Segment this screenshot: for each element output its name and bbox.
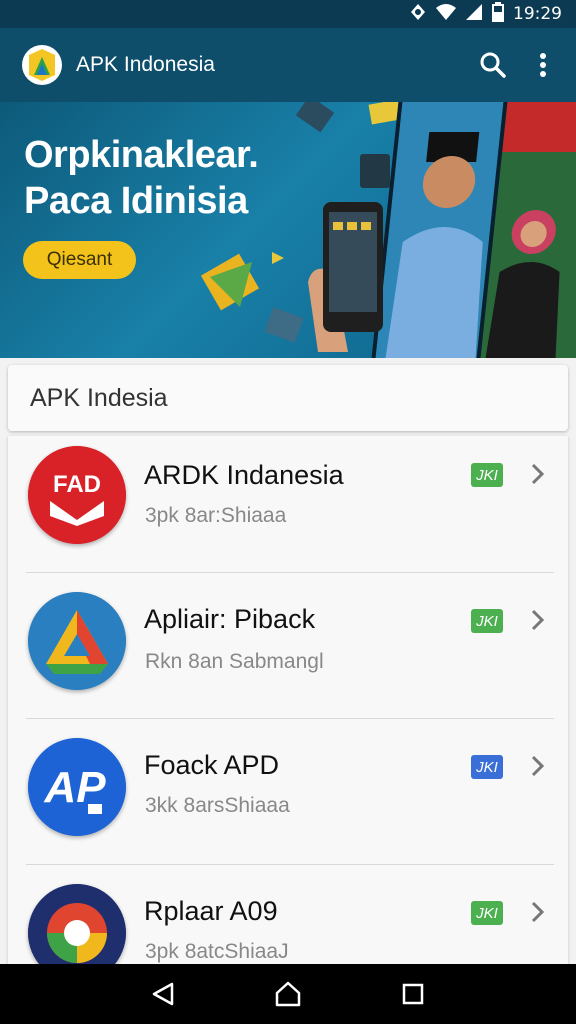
verified-badge: JKI xyxy=(471,901,503,925)
app-name: ARDK Indanesia xyxy=(144,460,344,490)
back-button[interactable] xyxy=(143,974,183,1014)
status-bar: 19:29 xyxy=(0,0,576,28)
banner-title: Orpkinaklear. Paca Idinisia xyxy=(24,132,259,224)
app-title: APK Indonesia xyxy=(76,53,215,76)
app-subtitle: 3pk 8atcShiaaJ xyxy=(145,940,289,963)
chevron-right-icon xyxy=(531,755,545,777)
search-field-text: APK Indesia xyxy=(30,383,168,412)
battery-icon xyxy=(491,1,505,27)
home-button[interactable] xyxy=(268,974,308,1014)
app-subtitle: 3pk 8ar:Shiaaa xyxy=(145,504,287,527)
app-list: FAD ARDK Indanesia 3pk 8ar:Shiaaa JKI Ap… xyxy=(8,436,568,966)
list-item[interactable]: FAD ARDK Indanesia 3pk 8ar:Shiaaa JKI xyxy=(8,436,568,582)
search-field[interactable]: APK Indesia xyxy=(8,365,568,431)
svg-text:FAD: FAD xyxy=(53,471,101,498)
banner-cta-button[interactable]: Qiesant xyxy=(23,241,136,279)
triangle-logo-icon xyxy=(28,592,126,690)
list-item[interactable]: Apliair: Piback Rkn 8an Sabmangl JKI xyxy=(8,582,568,728)
recents-button[interactable] xyxy=(393,974,433,1014)
cell-signal-icon xyxy=(465,3,483,26)
app-bar: APK Indonesia xyxy=(0,28,576,102)
search-icon xyxy=(480,52,506,78)
status-time: 19:29 xyxy=(513,4,562,24)
more-vert-icon xyxy=(540,53,546,77)
promo-banner[interactable]: Orpkinaklear. Paca Idinisia Qiesant xyxy=(0,102,576,358)
list-divider xyxy=(26,864,554,865)
fap-icon: FAD xyxy=(28,446,126,544)
search-button[interactable] xyxy=(468,40,518,90)
list-divider xyxy=(26,718,554,719)
banner-title-line1: Orpkinaklear. xyxy=(24,134,259,176)
app-logo-icon xyxy=(22,45,62,85)
ap-logo-icon: AP xyxy=(28,738,126,836)
hand-phone-icon xyxy=(308,202,383,352)
list-item[interactable]: AP Foack APD 3kk 8arsShiaaa JKI xyxy=(8,728,568,874)
chevron-right-icon xyxy=(531,463,545,485)
vpn-key-icon xyxy=(409,3,427,26)
home-icon xyxy=(275,981,301,1007)
wifi-icon xyxy=(435,3,457,26)
overflow-menu-button[interactable] xyxy=(518,40,568,90)
back-icon xyxy=(152,982,173,1006)
recents-icon xyxy=(403,983,424,1005)
banner-title-line2: Paca Idinisia xyxy=(24,180,248,222)
app-name: Rplaar A09 xyxy=(144,896,278,926)
list-item[interactable]: Rplaar A09 3pk 8atcShiaaJ JKI xyxy=(8,874,568,966)
verified-badge: JKI xyxy=(471,755,503,779)
app-name: Apliair: Piback xyxy=(144,604,316,634)
chevron-right-icon xyxy=(531,609,545,631)
app-subtitle: Rkn 8an Sabmangl xyxy=(145,650,324,673)
app-name: Foack APD xyxy=(144,750,280,780)
list-divider xyxy=(26,572,554,573)
app-subtitle: 3kk 8arsShiaaa xyxy=(145,794,290,817)
system-nav-bar xyxy=(0,964,576,1024)
chevron-right-icon xyxy=(531,901,545,923)
chrome-like-icon xyxy=(28,884,126,966)
verified-badge: JKI xyxy=(471,609,503,633)
verified-badge: JKI xyxy=(471,463,503,487)
